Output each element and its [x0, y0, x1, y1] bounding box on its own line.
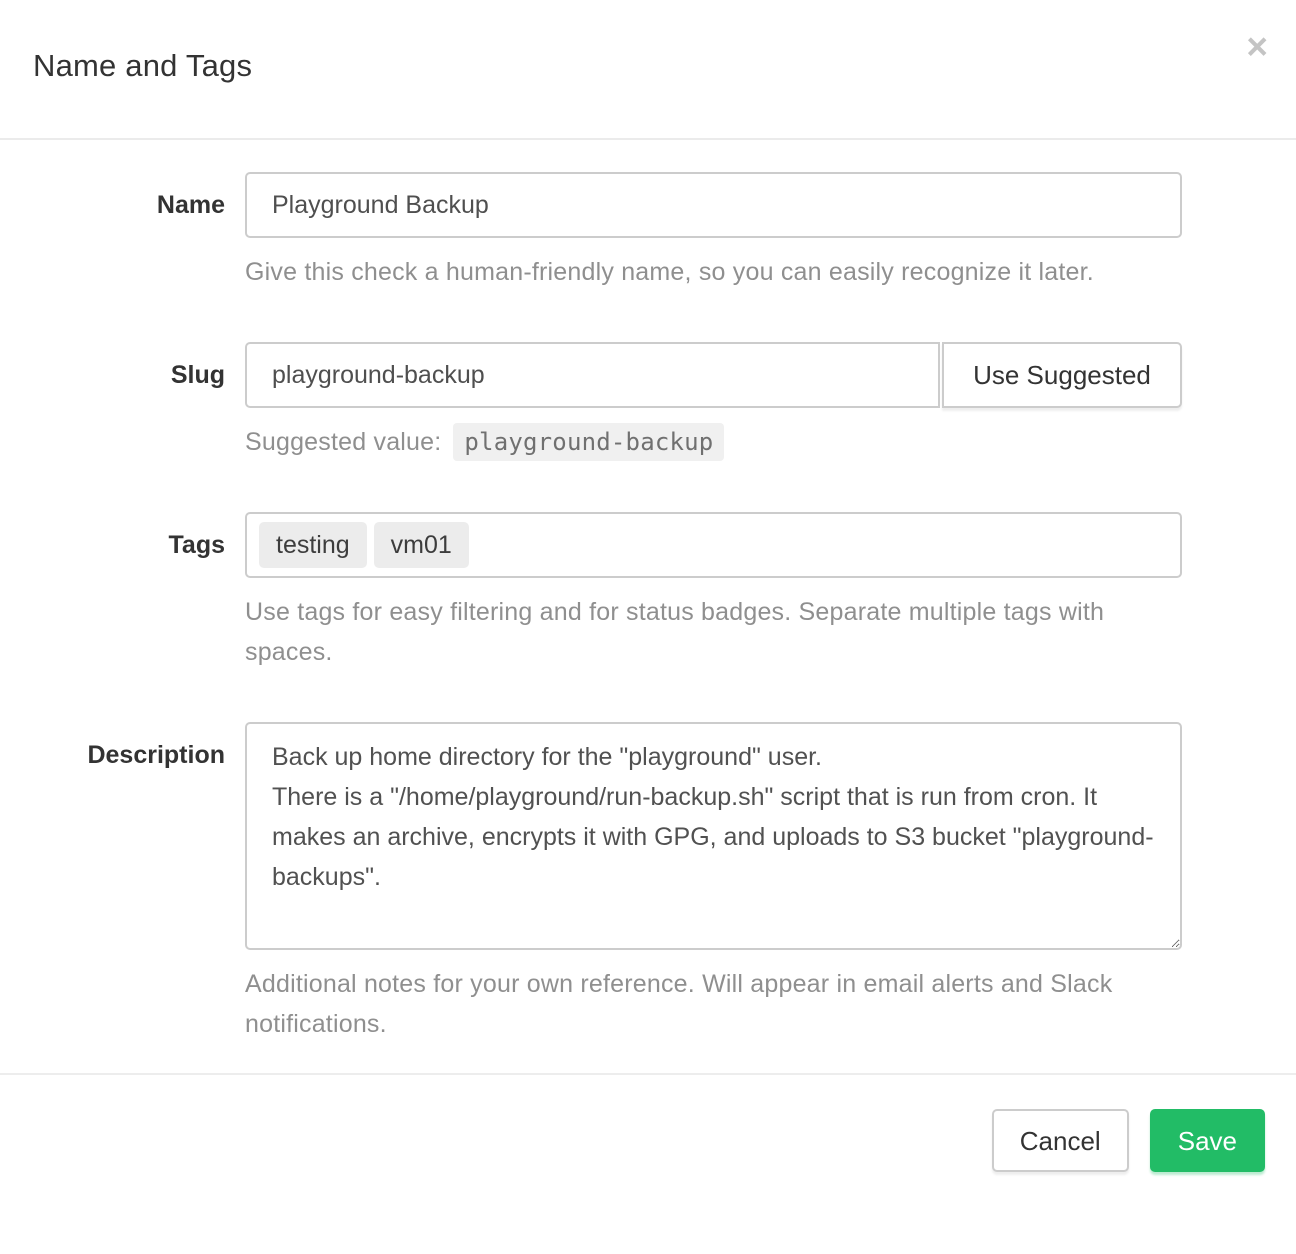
modal-body: Name Give this check a human-friendly na… [0, 140, 1296, 1073]
use-suggested-button[interactable]: Use Suggested [942, 342, 1182, 408]
modal-title: Name and Tags [33, 48, 252, 84]
cancel-button[interactable]: Cancel [992, 1109, 1129, 1172]
description-textarea[interactable]: Back up home directory for the "playgrou… [245, 722, 1182, 950]
description-field-control: Back up home directory for the "playgrou… [245, 722, 1182, 1044]
slug-input-group: Use Suggested [245, 342, 1182, 408]
tags-field-control: testing vm01 Use tags for easy filtering… [245, 512, 1182, 672]
slug-label: Slug [0, 342, 245, 462]
modal-footer: Cancel Save [0, 1073, 1296, 1202]
tag-pill-vm01[interactable]: vm01 [374, 522, 469, 569]
slug-input[interactable] [245, 342, 940, 408]
close-icon[interactable]: × [1246, 28, 1268, 65]
suggested-value-prefix: Suggested value: [245, 422, 441, 462]
tags-label: Tags [0, 512, 245, 672]
tags-input[interactable]: testing vm01 [245, 512, 1182, 578]
suggested-value-code: playground-backup [453, 423, 724, 462]
slug-suggested-help: Suggested value: playground-backup [245, 422, 1182, 462]
tags-help-text: Use tags for easy filtering and for stat… [245, 592, 1182, 672]
description-label: Description [0, 722, 245, 1044]
slug-field-row: Slug Use Suggested Suggested value: play… [0, 342, 1296, 462]
tag-pill-testing[interactable]: testing [259, 522, 367, 569]
name-help-text: Give this check a human-friendly name, s… [245, 252, 1182, 292]
modal-header: Name and Tags × [0, 0, 1296, 140]
name-field-control: Give this check a human-friendly name, s… [245, 172, 1182, 292]
name-and-tags-modal: Name and Tags × Name Give this check a h… [0, 0, 1296, 1202]
description-field-row: Description Back up home directory for t… [0, 722, 1296, 1044]
name-input[interactable] [245, 172, 1182, 238]
name-label: Name [0, 172, 245, 292]
save-button[interactable]: Save [1150, 1109, 1265, 1172]
name-field-row: Name Give this check a human-friendly na… [0, 172, 1296, 292]
slug-field-control: Use Suggested Suggested value: playgroun… [245, 342, 1182, 462]
description-help-text: Additional notes for your own reference.… [245, 964, 1182, 1044]
tags-field-row: Tags testing vm01 Use tags for easy filt… [0, 512, 1296, 672]
